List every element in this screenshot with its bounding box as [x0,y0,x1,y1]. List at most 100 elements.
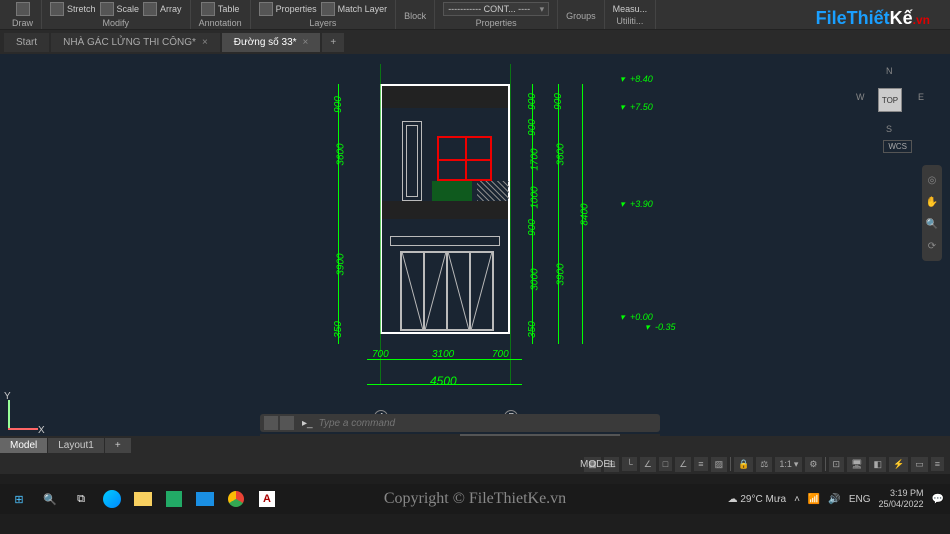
dim-col-left [338,84,339,344]
array-label: Array [160,4,182,14]
dim-v3900: 3900 [336,253,347,275]
tab-drawing-1-label: NHÀ GÁC LỬNG THI CÔNG* [63,37,196,48]
dim-v900c: 900 [527,119,538,136]
hardware-icon[interactable]: ⚡ [889,457,908,472]
lineweight-toggle[interactable]: ≡ [694,457,707,471]
cmd-recent-icon[interactable] [280,416,294,430]
command-input[interactable] [313,418,660,429]
elevation-drawing: 700 3100 700 4500 900 3600 3900 350 900 … [260,64,680,424]
tab-drawing-2[interactable]: Đường số 33*× [222,33,321,52]
layout-tab-model[interactable]: Model [0,438,47,453]
level-035: -0.35 [655,322,676,332]
grid-line-a [380,64,381,384]
viewcube[interactable]: TOP N S E W [860,70,920,130]
layout-tab-new[interactable]: + [105,438,131,453]
dim-v3000: 3000 [530,268,541,290]
drawing-tabs: Start NHÀ GÁC LỬNG THI CÔNG* × Đường số 3… [0,30,950,54]
tab-drawing-1[interactable]: NHÀ GÁC LỬNG THI CÔNG* × [51,33,220,52]
clean-icon[interactable]: ▭ [911,457,928,472]
nav-wheel-icon[interactable]: ◎ [922,169,942,191]
anno-scale-btn[interactable]: ⚖ [756,457,772,472]
gear-icon[interactable]: ⚙ [805,457,821,472]
tab-start[interactable]: Start [4,33,49,52]
measure-button[interactable]: Measu... [613,4,648,14]
array-icon [143,2,157,16]
grid-line-b [510,64,511,384]
scale-button[interactable]: Scale [100,2,140,16]
table-button[interactable]: Table [201,2,240,16]
monitor-icon[interactable]: 🖥 [847,457,866,472]
match-layer-icon [321,2,335,16]
dim-v3900b: 3900 [556,263,567,285]
layer-properties-button[interactable]: Properties [259,2,317,16]
viewcube-top-face[interactable]: TOP [878,88,902,112]
dim-700b: 700 [492,349,509,360]
ortho-toggle[interactable]: └ [622,457,636,471]
workspace-icon[interactable]: ⊡ [829,457,845,472]
match-layer-label: Match Layer [338,4,388,14]
panel-groups-label: Groups [566,11,596,21]
otrack-toggle[interactable]: ∠ [675,457,691,472]
polar-toggle[interactable]: ∠ [640,457,656,472]
scale-label: Scale [117,4,140,14]
viewcube-w[interactable]: W [856,92,865,102]
tab-close-icon[interactable]: × [202,37,208,48]
logo-p3: Kế [890,8,913,28]
panel-modify: Stretch Scale Array Modify [42,0,191,29]
layer-properties-label: Properties [276,4,317,14]
panel-block-label: Block [404,11,426,21]
match-layer-button[interactable]: Match Layer [321,2,388,16]
nav-orbit-icon[interactable]: ⟳ [922,235,942,257]
scale-icon [100,2,114,16]
level-840: +8.40 [630,74,653,84]
command-line[interactable]: ▸_ [260,414,660,432]
ucs-icon[interactable]: Y X [4,394,44,434]
entry-door [400,251,494,331]
layer-combo[interactable]: ----------- CONT... ---- [443,2,549,16]
tab-new-button[interactable]: + [322,33,344,52]
dim-3100: 3100 [432,349,454,360]
scale-value: 1:1 [779,459,792,469]
dim-v3600: 3600 [336,143,347,165]
panel-draw-label: Draw [12,18,33,28]
stretch-label: Stretch [67,4,96,14]
transparency-toggle[interactable]: ▨ [711,457,728,472]
tab-start-label: Start [16,37,37,48]
array-button[interactable]: Array [143,2,182,16]
level-750: +7.50 [630,102,653,112]
panel-block: Block [396,0,435,29]
level-390: +3.90 [630,199,653,209]
panel-properties: ----------- CONT... ---- Properties [435,0,558,29]
stretch-button[interactable]: Stretch [50,2,96,16]
nav-pan-icon[interactable]: ✋ [922,191,942,213]
nav-zoom-icon[interactable]: 🔍 [922,213,942,235]
dim-v900a: 900 [333,96,344,113]
ucs-x-label: X [38,425,45,436]
stretch-icon [50,2,64,16]
viewcube-n[interactable]: N [886,66,893,76]
viewcube-s[interactable]: S [886,124,892,134]
cmd-close-icon[interactable] [264,416,278,430]
layout-tab-layout1[interactable]: Layout1 [48,438,104,453]
dim-col-r2 [558,84,559,344]
panel-annotation: Table Annotation [191,0,251,29]
wcs-dropdown[interactable]: WCS [883,140,912,153]
panel-groups: Groups [558,0,605,29]
measure-label: Measu... [613,4,648,14]
beam-header [390,236,500,246]
status-model-label[interactable]: MODEL [580,459,616,470]
drawing-canvas[interactable]: 700 3100 700 4500 900 3600 3900 350 900 … [0,54,950,440]
scale-combo[interactable]: 1:1 ▾ [775,457,802,472]
osnap-toggle[interactable]: □ [659,457,672,471]
viewcube-e[interactable]: E [918,92,924,102]
tab-close-icon[interactable]: × [303,37,309,48]
annotation-scale-icon[interactable]: 🔒 [734,457,753,472]
dim-700a: 700 [372,349,389,360]
brick-hatch [477,181,509,201]
customize-icon[interactable]: ≡ [931,457,944,471]
table-label: Table [218,4,240,14]
navigation-bar: ◎ ✋ 🔍 ⟳ [922,165,942,261]
copyright-text: Copyright © FileThietKe.vn [0,490,950,508]
draw-icon[interactable] [16,2,30,16]
isolate-icon[interactable]: ◧ [869,457,886,472]
